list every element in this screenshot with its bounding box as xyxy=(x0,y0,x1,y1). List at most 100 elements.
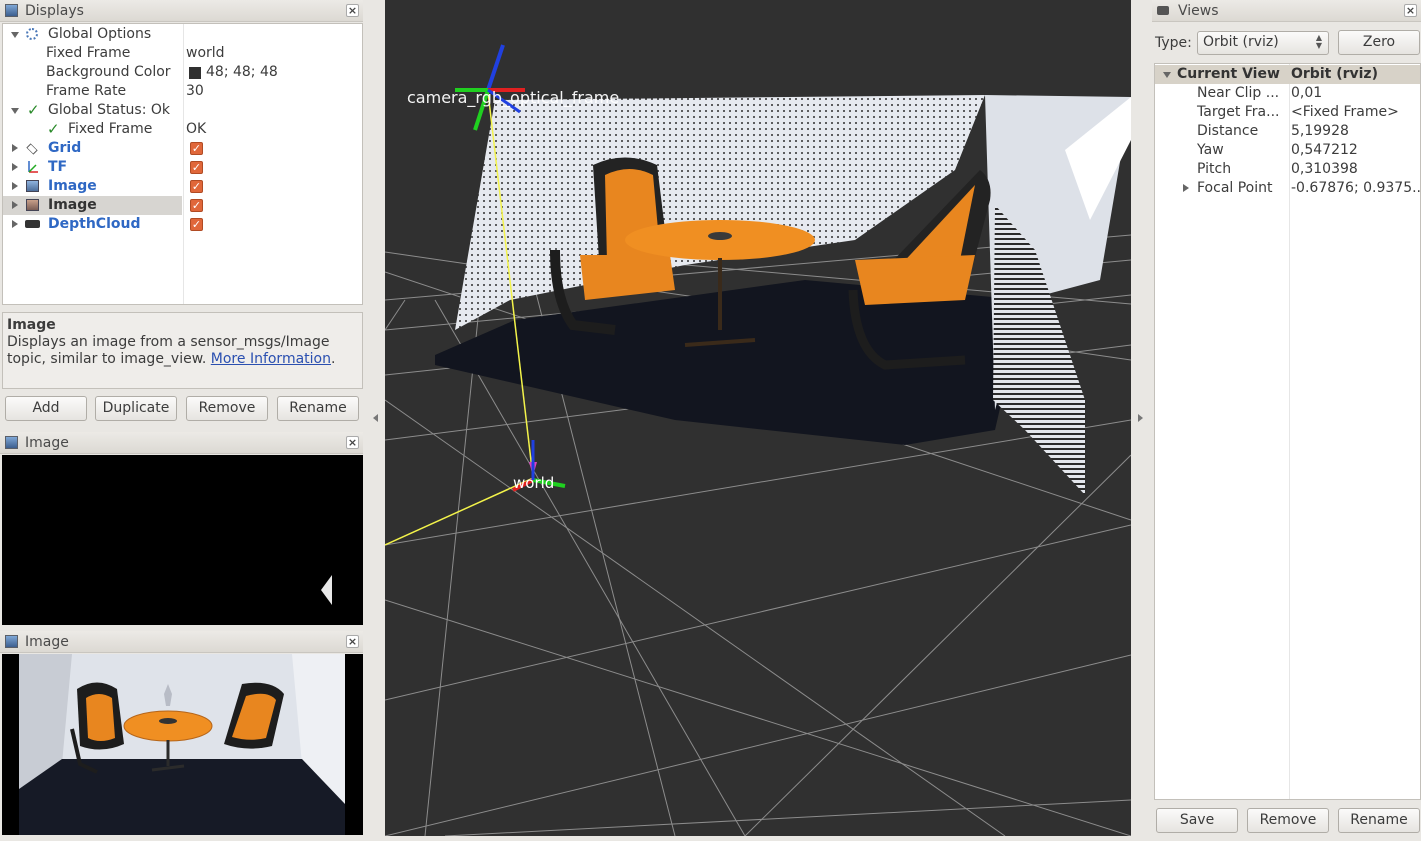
tf-frame-label-world: world xyxy=(513,474,555,492)
pitch-value[interactable]: 0,310398 xyxy=(1291,160,1358,179)
expand-arrow-icon[interactable] xyxy=(12,182,18,190)
expand-arrow-icon[interactable] xyxy=(11,108,19,114)
tree-row-background-color[interactable]: Background Color 48; 48; 48 xyxy=(3,63,362,82)
tree-row-global-status[interactable]: ✓ Global Status: Ok xyxy=(3,101,362,120)
grid-label: Grid xyxy=(48,140,82,156)
duplicate-button[interactable]: Duplicate xyxy=(95,396,177,421)
target-frame-label: Target Fra... xyxy=(1197,104,1280,120)
image-icon xyxy=(26,199,39,211)
displays-tree[interactable]: Global Options Fixed Frame world Backgro… xyxy=(2,23,363,305)
depth-image xyxy=(321,575,332,605)
focal-point-value[interactable]: -0.67876; 0.9375... xyxy=(1291,179,1420,198)
description-box: Image Displays an image from a sensor_ms… xyxy=(2,312,363,389)
close-icon[interactable]: × xyxy=(346,635,359,648)
current-view-value: Orbit (rviz) xyxy=(1291,66,1378,82)
near-clip-label: Near Clip ... xyxy=(1197,85,1280,101)
views-row-near-clip[interactable]: Near Clip ... 0,01 xyxy=(1155,84,1420,103)
description-text: Displays an image from a sensor_msgs/Ima… xyxy=(7,334,336,367)
close-icon[interactable]: × xyxy=(346,436,359,449)
views-row-target-frame[interactable]: Target Fra... <Fixed Frame> xyxy=(1155,103,1420,122)
image-2-label: Image xyxy=(48,197,97,213)
distance-value[interactable]: 5,19928 xyxy=(1291,122,1349,141)
image-panel-1-label: Image xyxy=(25,434,69,451)
views-row-pitch[interactable]: Pitch 0,310398 xyxy=(1155,160,1420,179)
background-color-label: Background Color xyxy=(46,64,171,80)
expand-arrow-icon[interactable] xyxy=(11,32,19,38)
grid-checkbox[interactable]: ✓ xyxy=(190,142,203,155)
tf-checkbox[interactable]: ✓ xyxy=(190,161,203,174)
views-panel-title: Views × xyxy=(1152,0,1421,22)
tree-row-status-fixed-frame[interactable]: ✓ Fixed Frame OK xyxy=(3,120,362,139)
spinner-arrows-icon: ▲ ▼ xyxy=(1315,33,1322,50)
yaw-value[interactable]: 0,547212 xyxy=(1291,141,1358,160)
tree-row-image-1[interactable]: Image ✓ xyxy=(3,177,362,196)
tree-row-image-2[interactable]: Image ✓ xyxy=(3,196,362,215)
add-button[interactable]: Add xyxy=(5,396,87,421)
tree-row-fixed-frame[interactable]: Fixed Frame world xyxy=(3,44,362,63)
render-viewport[interactable]: camera_rgb_optical_frame world xyxy=(385,0,1131,836)
image-panel-1-title: Image × xyxy=(0,432,363,454)
expand-arrow-icon[interactable] xyxy=(1183,184,1189,192)
expand-arrow-icon[interactable] xyxy=(12,220,18,228)
frame-rate-value[interactable]: 30 xyxy=(186,82,204,101)
fixed-frame-value[interactable]: world xyxy=(186,44,225,63)
displays-title: Displays xyxy=(25,2,84,19)
rename-button[interactable]: Rename xyxy=(277,396,359,421)
color-swatch[interactable] xyxy=(189,67,201,79)
expand-arrow-icon[interactable] xyxy=(1163,72,1171,78)
gear-icon xyxy=(26,28,38,40)
more-information-link[interactable]: More Information xyxy=(211,351,331,367)
view-type-value: Orbit (rviz) xyxy=(1203,34,1279,50)
expand-arrow-icon[interactable] xyxy=(12,201,18,209)
frame-rate-label: Frame Rate xyxy=(46,83,127,99)
image-icon xyxy=(5,436,18,449)
close-icon[interactable]: × xyxy=(1404,4,1417,17)
background-color-value[interactable]: 48; 48; 48 xyxy=(206,63,278,82)
views-row-yaw[interactable]: Yaw 0,547212 xyxy=(1155,141,1420,160)
expand-arrow-icon[interactable] xyxy=(12,163,18,171)
tree-row-grid[interactable]: Grid ✓ xyxy=(3,139,362,158)
target-frame-value[interactable]: <Fixed Frame> xyxy=(1291,103,1399,122)
yaw-label: Yaw xyxy=(1197,142,1224,158)
image-2-checkbox[interactable]: ✓ xyxy=(190,199,203,212)
current-view-header[interactable]: Current View Orbit (rviz) xyxy=(1155,65,1420,84)
views-row-focal-point[interactable]: Focal Point -0.67876; 0.9375... xyxy=(1155,179,1420,198)
scene-3d[interactable] xyxy=(385,0,1131,836)
left-splitter-arrow-icon[interactable] xyxy=(373,414,378,422)
status-fixed-frame-value: OK xyxy=(186,121,207,137)
view-type-select[interactable]: Orbit (rviz) ▲ ▼ xyxy=(1197,31,1329,55)
views-tree[interactable]: Current View Orbit (rviz) Near Clip ... … xyxy=(1154,63,1421,800)
image-panel-2-view xyxy=(2,654,363,835)
image-panel-2-label: Image xyxy=(25,633,69,650)
focal-point-label: Focal Point xyxy=(1197,180,1273,196)
right-splitter-arrow-icon[interactable] xyxy=(1138,414,1143,422)
expand-arrow-icon[interactable] xyxy=(12,144,18,152)
current-view-label: Current View xyxy=(1177,66,1280,82)
depthcloud-checkbox[interactable]: ✓ xyxy=(190,218,203,231)
image-icon xyxy=(26,180,39,192)
views-rename-button[interactable]: Rename xyxy=(1338,808,1420,833)
tree-row-tf[interactable]: TF ✓ xyxy=(3,158,362,177)
tree-row-global-options[interactable]: Global Options xyxy=(3,25,362,44)
near-clip-value[interactable]: 0,01 xyxy=(1291,84,1322,103)
image-1-checkbox[interactable]: ✓ xyxy=(190,180,203,193)
views-remove-button[interactable]: Remove xyxy=(1247,808,1329,833)
fixed-frame-label: Fixed Frame xyxy=(46,45,131,61)
remove-button[interactable]: Remove xyxy=(186,396,268,421)
rgb-camera-image xyxy=(19,654,345,835)
views-title: Views xyxy=(1178,2,1219,19)
tree-row-frame-rate[interactable]: Frame Rate 30 xyxy=(3,82,362,101)
image-panel-2-title: Image × xyxy=(0,631,363,653)
zero-button[interactable]: Zero xyxy=(1338,30,1420,55)
close-icon[interactable]: × xyxy=(346,4,359,17)
image-icon xyxy=(5,635,18,648)
checkmark-icon: ✓ xyxy=(47,120,60,138)
type-label: Type: xyxy=(1155,35,1192,51)
image-1-label: Image xyxy=(48,178,97,194)
image-panel-1-view xyxy=(2,455,363,625)
grid-icon xyxy=(26,143,38,155)
displays-panel-title: Displays × xyxy=(0,0,363,22)
views-row-distance[interactable]: Distance 5,19928 xyxy=(1155,122,1420,141)
views-save-button[interactable]: Save xyxy=(1156,808,1238,833)
tree-row-depthcloud[interactable]: DepthCloud ✓ xyxy=(3,215,362,234)
